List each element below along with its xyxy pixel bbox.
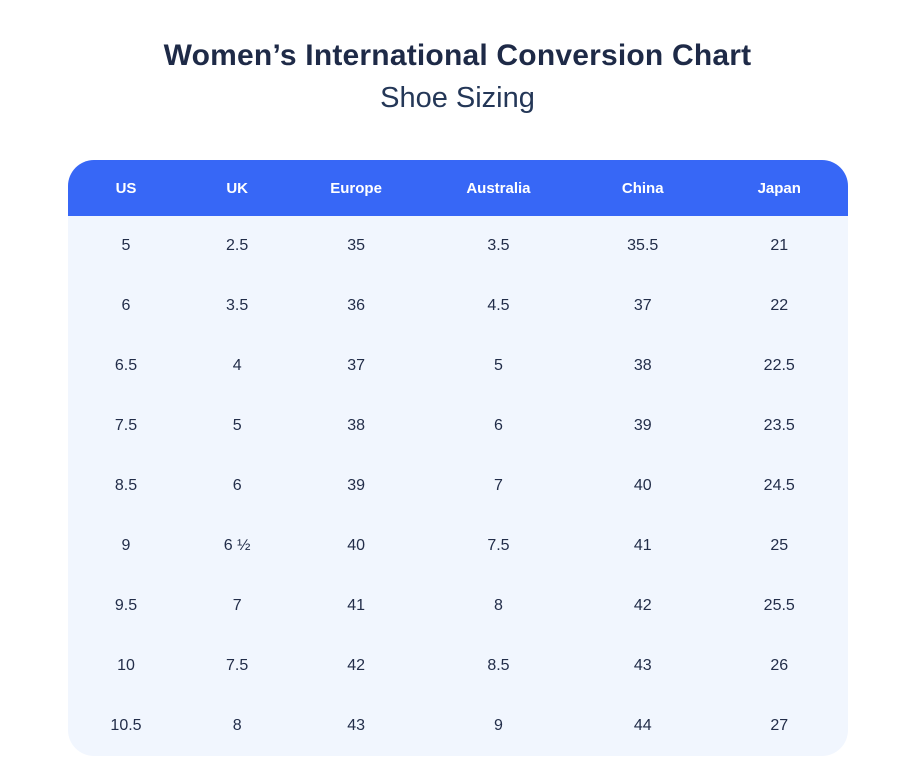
size-cell: 6.5 (68, 336, 185, 396)
size-cell: 37 (574, 276, 711, 336)
table-header: USUKEuropeAustraliaChinaJapan (68, 160, 848, 216)
size-cell: 40 (574, 456, 711, 516)
size-cell: 8.5 (422, 636, 574, 696)
size-cell: 24.5 (711, 456, 848, 516)
size-cell: 35.5 (574, 216, 711, 276)
size-cell: 7.5 (422, 516, 574, 576)
table-row: 63.5364.53722 (68, 276, 848, 336)
size-cell: 8.5 (68, 456, 185, 516)
size-cell: 42 (290, 636, 423, 696)
page-title: Women’s International Conversion Chart (0, 38, 915, 74)
size-cell: 40 (290, 516, 423, 576)
size-cell: 43 (574, 636, 711, 696)
size-cell: 39 (290, 456, 423, 516)
size-cell: 22.5 (711, 336, 848, 396)
size-cell: 6 ½ (185, 516, 290, 576)
size-cell: 7 (422, 456, 574, 516)
size-cell: 6 (68, 276, 185, 336)
size-cell: 5 (422, 336, 574, 396)
column-header-japan: Japan (711, 160, 848, 216)
shoe-size-conversion-table: USUKEuropeAustraliaChinaJapan 52.5353.53… (68, 160, 848, 756)
size-cell: 7 (185, 576, 290, 636)
size-cell: 41 (574, 516, 711, 576)
size-cell: 2.5 (185, 216, 290, 276)
size-cell: 4.5 (422, 276, 574, 336)
size-cell: 23.5 (711, 396, 848, 456)
size-cell: 43 (290, 696, 423, 756)
size-cell: 8 (185, 696, 290, 756)
size-cell: 5 (185, 396, 290, 456)
size-cell: 22 (711, 276, 848, 336)
table-row: 9.574184225.5 (68, 576, 848, 636)
size-cell: 25.5 (711, 576, 848, 636)
size-cell: 8 (422, 576, 574, 636)
size-cell: 9.5 (68, 576, 185, 636)
column-header-china: China (574, 160, 711, 216)
size-cell: 7.5 (185, 636, 290, 696)
size-cell: 3.5 (185, 276, 290, 336)
page-subtitle: Shoe Sizing (0, 80, 915, 116)
table-row: 10.584394427 (68, 696, 848, 756)
size-cell: 5 (68, 216, 185, 276)
table-row: 52.5353.535.521 (68, 216, 848, 276)
size-cell: 10 (68, 636, 185, 696)
size-cell: 6 (422, 396, 574, 456)
size-cell: 21 (711, 216, 848, 276)
table-row: 8.563974024.5 (68, 456, 848, 516)
column-header-australia: Australia (422, 160, 574, 216)
size-cell: 35 (290, 216, 423, 276)
size-cell: 3.5 (422, 216, 574, 276)
table-row: 96 ½407.54125 (68, 516, 848, 576)
size-cell: 38 (290, 396, 423, 456)
page: Women’s International Conversion Chart S… (0, 0, 915, 777)
size-cell: 39 (574, 396, 711, 456)
size-cell: 25 (711, 516, 848, 576)
size-cell: 41 (290, 576, 423, 636)
column-header-uk: UK (185, 160, 290, 216)
size-cell: 26 (711, 636, 848, 696)
size-cell: 9 (422, 696, 574, 756)
table-header-row: USUKEuropeAustraliaChinaJapan (68, 160, 848, 216)
table-row: 7.553863923.5 (68, 396, 848, 456)
size-cell: 27 (711, 696, 848, 756)
column-header-europe: Europe (290, 160, 423, 216)
size-cell: 37 (290, 336, 423, 396)
size-cell: 9 (68, 516, 185, 576)
table-row: 6.543753822.5 (68, 336, 848, 396)
size-cell: 38 (574, 336, 711, 396)
size-cell: 6 (185, 456, 290, 516)
column-header-us: US (68, 160, 185, 216)
size-cell: 36 (290, 276, 423, 336)
size-cell: 7.5 (68, 396, 185, 456)
size-cell: 10.5 (68, 696, 185, 756)
size-cell: 4 (185, 336, 290, 396)
table-body: 52.5353.535.52163.5364.537226.543753822.… (68, 216, 848, 756)
size-cell: 44 (574, 696, 711, 756)
table-row: 107.5428.54326 (68, 636, 848, 696)
size-cell: 42 (574, 576, 711, 636)
